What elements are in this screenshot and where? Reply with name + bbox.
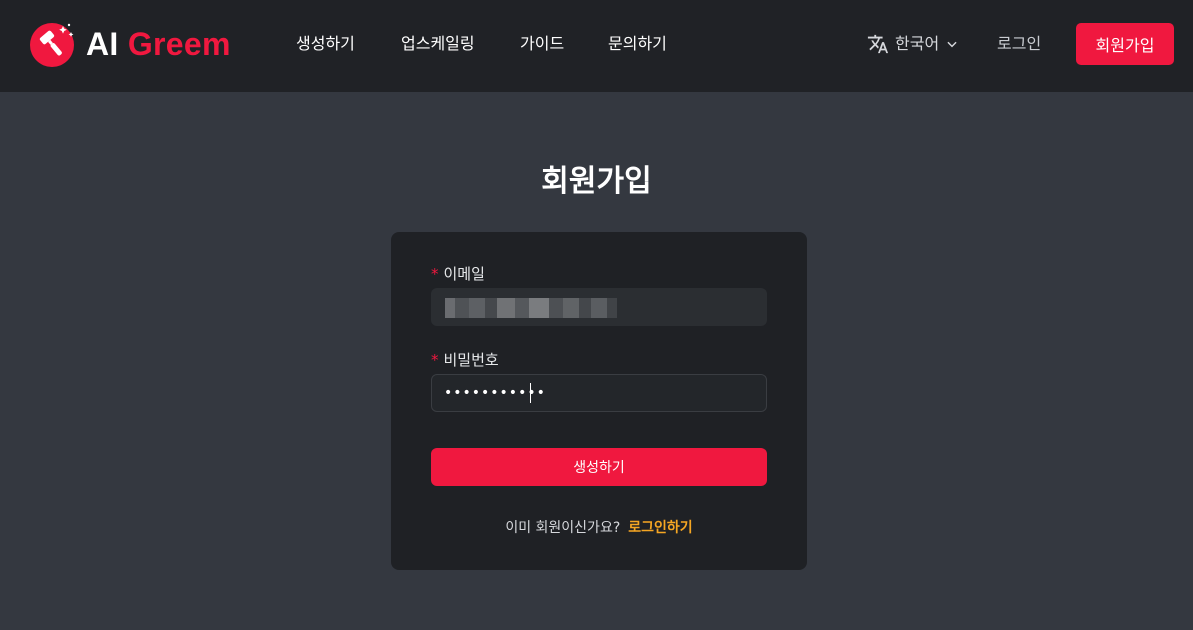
brand-logo[interactable]: AI Greem	[29, 20, 231, 68]
top-header: AI Greem 생성하기 업스케일링 가이드 문의하기 한국어 로그인 회원가…	[0, 0, 1193, 92]
text-caret	[530, 383, 531, 403]
password-label: * 비밀번호	[431, 350, 499, 370]
redacted-email-value	[445, 298, 617, 318]
email-field[interactable]	[431, 288, 767, 326]
submit-button[interactable]: 생성하기	[431, 448, 767, 486]
nav-upscaling[interactable]: 업스케일링	[401, 33, 475, 55]
password-label-text: 비밀번호	[443, 351, 499, 369]
page-title: 회원가입	[541, 164, 652, 199]
brand-name-ai: AI	[86, 26, 119, 62]
email-label-text: 이메일	[443, 265, 485, 283]
language-label: 한국어	[895, 34, 940, 53]
already-member-text: 이미 회원이신가요?	[505, 520, 621, 536]
header-signup-button[interactable]: 회원가입	[1076, 23, 1174, 65]
paint-roller-logo-icon	[30, 23, 74, 67]
required-mark: *	[431, 265, 439, 283]
login-link[interactable]: 로그인하기	[628, 520, 692, 536]
required-mark: *	[431, 351, 439, 369]
brand-name: AI Greem	[86, 28, 231, 60]
signup-card: * 이메일 * 비밀번호 ••••••••••• 생성하기 이미 회원이신가요? 로그…	[391, 232, 807, 570]
login-prompt: 이미 회원이신가요? 로그인하기	[391, 518, 807, 538]
header-login-link[interactable]: 로그인	[997, 33, 1041, 55]
translate-icon	[867, 34, 889, 54]
nav-guide[interactable]: 가이드	[520, 33, 564, 55]
brand-name-greem: Greem	[127, 26, 231, 62]
chevron-down-icon	[947, 41, 957, 48]
email-label: * 이메일	[431, 264, 485, 284]
nav-contact[interactable]: 문의하기	[608, 33, 667, 55]
nav-generate[interactable]: 생성하기	[296, 33, 355, 55]
language-selector[interactable]: 한국어	[867, 33, 959, 55]
password-field[interactable]: •••••••••••	[431, 374, 767, 412]
